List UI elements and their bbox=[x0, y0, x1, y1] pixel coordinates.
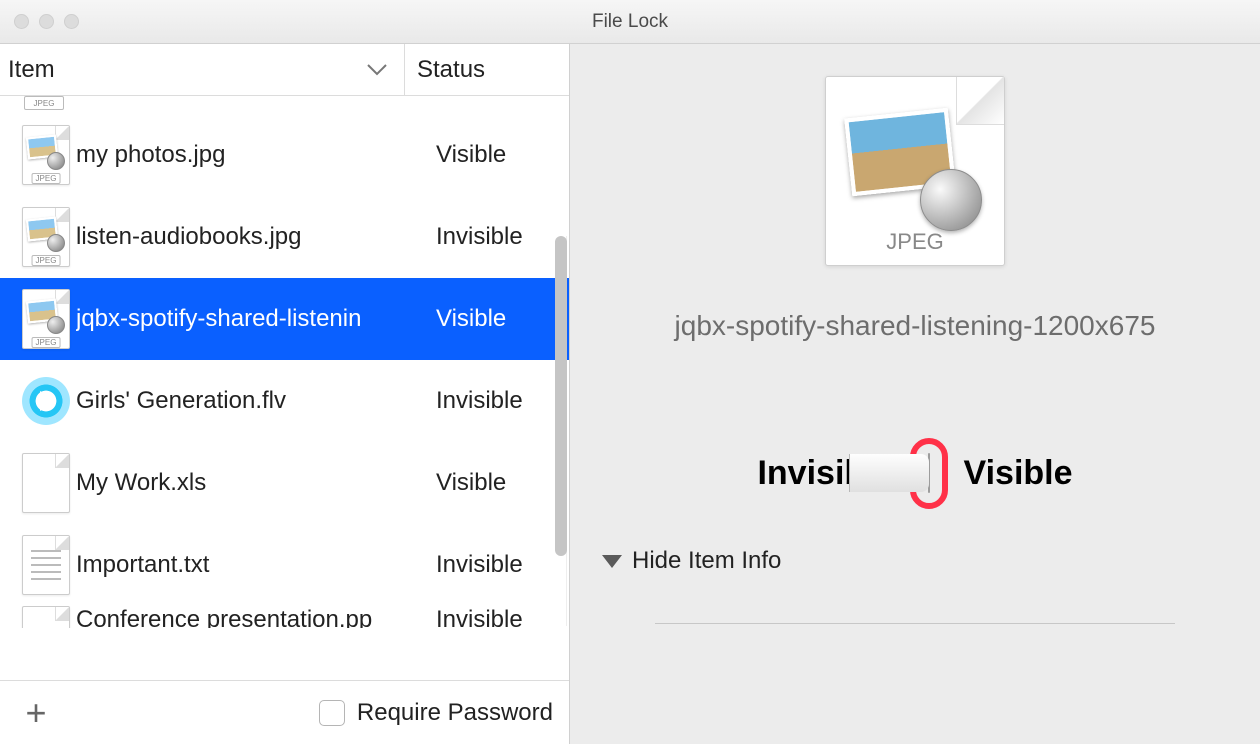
column-header-item-label: Item bbox=[8, 56, 55, 84]
list-item[interactable]: JPEGjqbx-spotify-shared-listeninVisible bbox=[0, 278, 569, 360]
magnifier-lens-icon bbox=[920, 169, 982, 231]
disclosure-label: Hide Item Info bbox=[632, 547, 781, 575]
scrollbar-thumb[interactable] bbox=[555, 236, 567, 556]
file-name: Important.txt bbox=[76, 551, 406, 579]
blank-file-icon bbox=[22, 453, 70, 513]
video-play-icon bbox=[22, 377, 70, 425]
file-preview-thumbnail: JPEG bbox=[825, 76, 1005, 266]
window-traffic-lights bbox=[14, 14, 79, 29]
file-status: Invisible bbox=[406, 606, 569, 628]
visibility-toggle[interactable] bbox=[928, 453, 930, 493]
list-item[interactable]: JPEGmy photos.jpgVisible bbox=[0, 114, 569, 196]
list-item-cropped[interactable]: JPEG bbox=[0, 96, 569, 114]
list-item[interactable]: Important.txtInvisible bbox=[0, 524, 569, 606]
zoom-window-icon[interactable] bbox=[64, 14, 79, 29]
preview-filename: jqbx-spotify-shared-listening-1200x675 bbox=[602, 310, 1228, 342]
window-title: File Lock bbox=[0, 11, 1260, 33]
hide-item-info-disclosure[interactable]: Hide Item Info bbox=[602, 547, 1228, 575]
column-header-status[interactable]: Status bbox=[405, 44, 569, 95]
image-file-icon: JPEG bbox=[22, 125, 70, 185]
file-status: Invisible bbox=[406, 387, 569, 415]
minimize-window-icon[interactable] bbox=[39, 14, 54, 29]
require-password-checkbox[interactable] bbox=[319, 700, 345, 726]
file-format-tag: JPEG bbox=[826, 229, 1004, 255]
toggle-knob-icon bbox=[928, 454, 929, 492]
require-password-label: Require Password bbox=[357, 699, 553, 727]
blank-file-icon bbox=[22, 606, 70, 628]
column-header-item[interactable]: Item bbox=[0, 44, 405, 95]
scrollbar[interactable] bbox=[555, 236, 567, 626]
file-name: my photos.jpg bbox=[76, 141, 406, 169]
list-item[interactable]: Girls' Generation.flvInvisible bbox=[0, 360, 569, 442]
bottom-toolbar: + Require Password bbox=[0, 680, 569, 744]
list-item[interactable]: Conference presentation.ppInvisible bbox=[0, 606, 569, 628]
preview-pane: JPEG jqbx-spotify-shared-listening-1200x… bbox=[570, 44, 1260, 744]
file-name: Girls' Generation.flv bbox=[76, 387, 406, 415]
file-status: Visible bbox=[406, 469, 569, 497]
annotation-highlight-box bbox=[910, 438, 948, 509]
image-file-icon: JPEG bbox=[22, 207, 70, 267]
file-name: jqbx-spotify-shared-listenin bbox=[76, 305, 406, 333]
sort-chevron-icon bbox=[366, 56, 388, 84]
close-window-icon[interactable] bbox=[14, 14, 29, 29]
file-list-pane: Item Status JPEG JPEGmy photos.jpgVisibl… bbox=[0, 44, 570, 744]
column-header-row: Item Status bbox=[0, 44, 569, 96]
visibility-toggle-row: Invisible Visible bbox=[602, 438, 1228, 509]
disclosure-triangle-icon bbox=[602, 555, 622, 568]
file-name: Conference presentation.pp bbox=[76, 606, 406, 628]
list-item[interactable]: JPEGlisten-audiobooks.jpgInvisible bbox=[0, 196, 569, 278]
window-titlebar: File Lock bbox=[0, 0, 1260, 44]
add-button[interactable]: + bbox=[16, 693, 56, 733]
file-name: listen-audiobooks.jpg bbox=[76, 223, 406, 251]
text-file-icon bbox=[22, 535, 70, 595]
image-file-icon: JPEG bbox=[22, 289, 70, 349]
file-status: Visible bbox=[406, 141, 569, 169]
file-status: Visible bbox=[406, 305, 569, 333]
file-status: Invisible bbox=[406, 551, 569, 579]
file-status: Invisible bbox=[406, 223, 569, 251]
file-name: My Work.xls bbox=[76, 469, 406, 497]
file-type-tag: JPEG bbox=[24, 96, 64, 110]
separator-line bbox=[655, 623, 1175, 624]
toggle-label-visible: Visible bbox=[964, 454, 1073, 493]
column-header-status-label: Status bbox=[417, 56, 485, 84]
list-item[interactable]: My Work.xlsVisible bbox=[0, 442, 569, 524]
file-list[interactable]: JPEG JPEGmy photos.jpgVisibleJPEGlisten-… bbox=[0, 96, 569, 680]
